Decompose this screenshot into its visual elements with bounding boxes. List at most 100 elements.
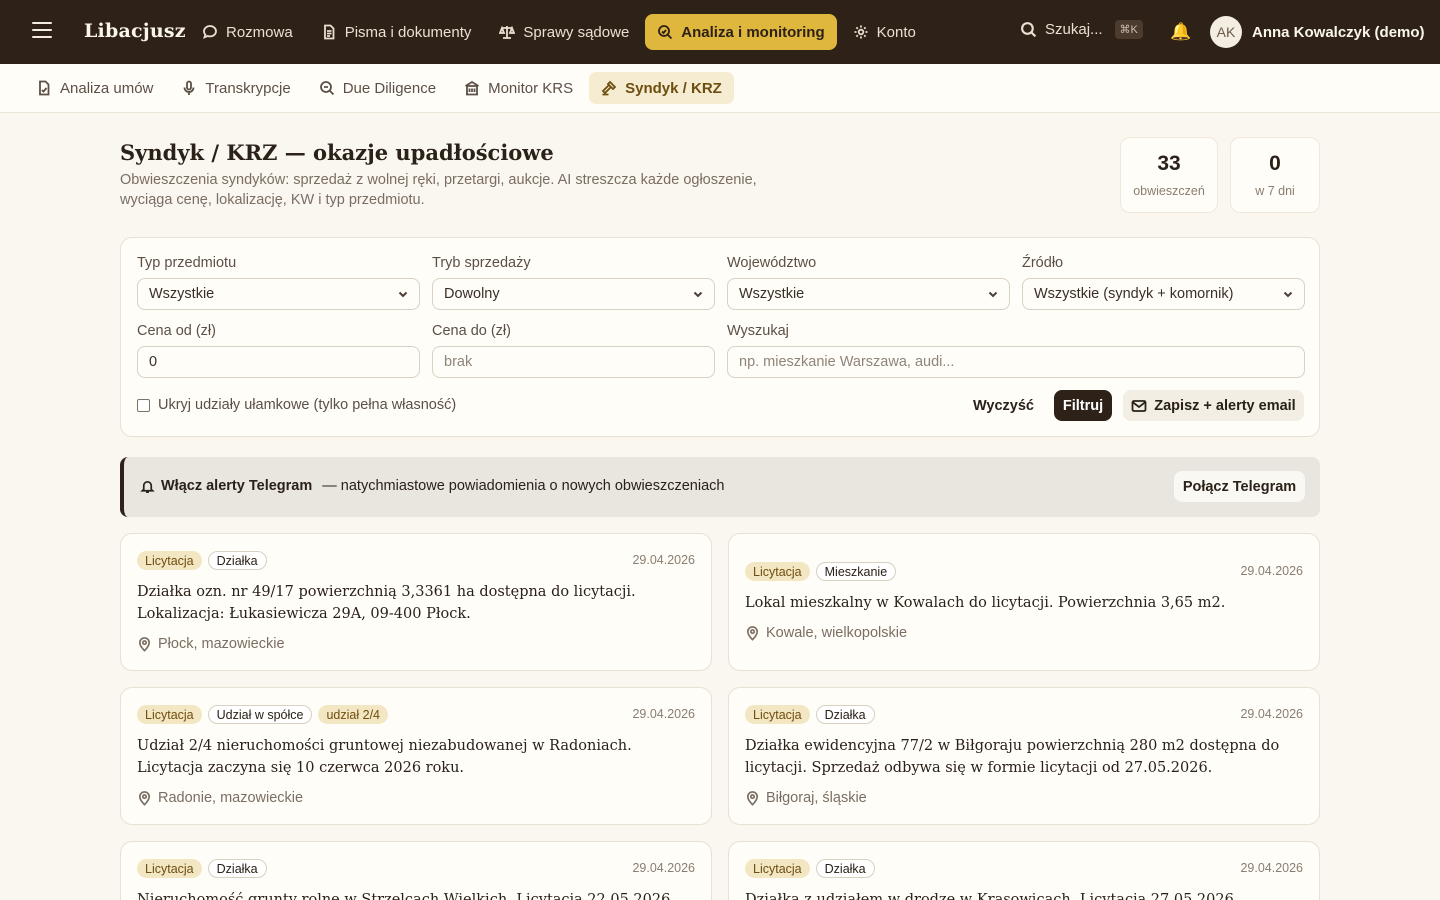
location-label: Biłgoraj, śląskie	[766, 790, 867, 806]
mode-badge: Licytacja	[137, 859, 202, 878]
region-select-value: Wszystkie	[739, 286, 805, 302]
nav-item-label: Konto	[876, 23, 916, 41]
listing-date: 29.04.2026	[1240, 564, 1303, 578]
mode-select[interactable]: Dowolny	[432, 278, 715, 310]
mode-badge: Licytacja	[745, 562, 810, 581]
listing-title: Działka ozn. nr 49/17 powierzchnią 3,336…	[137, 584, 636, 622]
type-label: Typ przedmiotu	[137, 255, 237, 271]
listing-card[interactable]: Licytacja Działka 29.04.2026 Działka ewi…	[728, 687, 1320, 825]
stat-label: w 7 dni	[1255, 184, 1295, 198]
nav-item-sprawy[interactable]: Sprawy sądowe	[487, 14, 641, 50]
tag-list: Licytacja Działka	[137, 551, 267, 570]
stat-total: 33 obwieszczeń	[1120, 137, 1218, 213]
microphone-icon	[183, 80, 195, 95]
stat-week: 0 w 7 dni	[1230, 137, 1320, 213]
type-select[interactable]: Wszystkie	[137, 278, 420, 310]
subnav-item-analiza-umow[interactable]: Analiza umów	[24, 72, 165, 104]
stat-value: 33	[1157, 152, 1181, 175]
analysis-icon	[658, 25, 673, 40]
nav-item-label: Sprawy sądowe	[523, 23, 630, 41]
search-shortcut: ⌘K	[1114, 20, 1143, 39]
user-name: Anna Kowalczyk (demo)	[1252, 23, 1425, 41]
bell-icon[interactable]: 🔔	[1170, 22, 1191, 42]
telegram-banner: Włącz alerty Telegram — natychmiastowe p…	[120, 457, 1320, 517]
mode-label: Tryb sprzedaży	[432, 255, 531, 271]
nav-item-rozmowa[interactable]: Rozmowa	[190, 14, 305, 50]
avatar: AK	[1210, 16, 1242, 48]
price-from-input[interactable]	[137, 346, 420, 378]
source-select[interactable]: Wszystkie (syndyk + komornik)	[1022, 278, 1305, 310]
hide-fractional-label: Ukryj udziały ułamkowe (tylko pełna włas…	[158, 397, 457, 413]
listing-date: 29.04.2026	[1240, 707, 1303, 721]
banner-title: Włącz alerty Telegram	[161, 478, 313, 494]
listing-card[interactable]: Licytacja Mieszkanie 29.04.2026 Lokal mi…	[728, 533, 1320, 671]
share-badge: udział 2/4	[318, 705, 388, 724]
search-input[interactable]	[727, 346, 1305, 378]
mode-badge: Licytacja	[137, 705, 202, 724]
listing-location: Płock, mazowieckie	[137, 636, 285, 652]
tag-list: Licytacja Mieszkanie	[745, 562, 897, 581]
filter-button[interactable]: Filtruj	[1054, 390, 1112, 421]
page-title: Syndyk / KRZ — okazje upadłościowe	[120, 140, 554, 165]
mode-badge: Licytacja	[745, 705, 810, 724]
tag-list: Licytacja Działka	[745, 705, 875, 724]
subnav-item-monitor-krs[interactable]: Monitor KRS	[452, 72, 585, 104]
nav-item-label: Rozmowa	[226, 23, 293, 41]
gear-icon	[854, 25, 868, 39]
subnav-item-label: Syndyk / KRZ	[625, 79, 722, 97]
map-pin-icon	[746, 625, 759, 641]
listing-date: 29.04.2026	[632, 861, 695, 875]
banner-message: — natychmiastowe powiadomienia o nowych …	[318, 478, 725, 494]
connect-telegram-button[interactable]: Połącz Telegram	[1174, 471, 1305, 502]
subnav-item-label: Monitor KRS	[488, 79, 574, 97]
nav-item-konto[interactable]: Konto	[841, 14, 928, 50]
tag-list: Licytacja Działka	[745, 859, 875, 878]
price-from-label: Cena od (zł)	[137, 323, 216, 339]
listing-card[interactable]: Licytacja Działka 29.04.2026 Nieruchomoś…	[120, 841, 712, 900]
price-to-input[interactable]	[432, 346, 715, 378]
user-menu[interactable]: AK Anna Kowalczyk (demo)	[1210, 16, 1425, 48]
nav-item-analiza[interactable]: Analiza i monitoring	[645, 14, 837, 50]
nav-item-pisma[interactable]: Pisma i dokumenty	[309, 14, 484, 50]
mode-select-value: Dowolny	[444, 286, 500, 302]
save-alerts-button[interactable]: Zapisz + alerty email	[1123, 390, 1304, 421]
type-badge: Mieszkanie	[815, 562, 897, 581]
app-logo[interactable]: Libacjusz	[84, 20, 186, 42]
type-badge: Działka	[815, 705, 875, 724]
search-label: Szukaj...	[1045, 21, 1103, 38]
subnav-item-transkrypcje[interactable]: Transkrypcje	[169, 72, 302, 104]
chevron-down-icon	[397, 288, 409, 300]
region-select[interactable]: Wszystkie	[727, 278, 1010, 310]
sub-nav: Analiza umów Transkrypcje Due Diligence …	[0, 64, 1440, 113]
subnav-item-syndyk[interactable]: Syndyk / KRZ	[589, 72, 734, 104]
hide-fractional-checkbox[interactable]	[137, 398, 150, 412]
banner-text: Włącz alerty Telegram — natychmiastowe p…	[140, 478, 724, 494]
menu-icon[interactable]	[32, 22, 52, 40]
listing-card[interactable]: Licytacja Udział w spółce udział 2/4 29.…	[120, 687, 712, 825]
type-badge: Działka	[207, 859, 267, 878]
gavel-icon	[601, 80, 617, 96]
scales-icon	[499, 25, 516, 39]
listing-card[interactable]: Licytacja Działka 29.04.2026 Działka ozn…	[120, 533, 712, 671]
listing-title: Działka ewidencyjna 77/2 w Biłgoraju pow…	[745, 738, 1280, 776]
listing-location: Biłgoraj, śląskie	[745, 790, 867, 806]
hide-fractional-row: Ukryj udziały ułamkowe (tylko pełna włas…	[137, 397, 456, 413]
stat-value: 0	[1269, 152, 1281, 175]
map-pin-icon	[138, 636, 151, 652]
mode-badge: Licytacja	[137, 551, 202, 570]
listing-title: Działka z udziałem w drodze w Krasowicac…	[745, 892, 1239, 900]
listing-card[interactable]: Licytacja Działka 29.04.2026 Działka z u…	[728, 841, 1320, 900]
subnav-item-label: Analiza umów	[60, 79, 154, 97]
listing-title: Lokal mieszkalny w Kowalach do licytacji…	[745, 595, 1226, 611]
subnav-item-due-diligence[interactable]: Due Diligence	[307, 72, 448, 104]
clear-button[interactable]: Wyczyść	[963, 390, 1044, 422]
source-select-value: Wszystkie (syndyk + komornik)	[1034, 286, 1234, 302]
map-pin-icon	[746, 790, 759, 806]
tag-list: Licytacja Udział w spółce udział 2/4	[137, 705, 388, 724]
nav-item-label: Pisma i dokumenty	[344, 23, 472, 41]
top-bar: Libacjusz Rozmowa Pisma i dokumenty Spra…	[0, 0, 1440, 64]
chat-icon	[203, 25, 217, 39]
global-search[interactable]: Szukaj... ⌘K	[1020, 20, 1143, 39]
type-badge: Udział w spółce	[207, 705, 313, 724]
type-badge: Działka	[207, 551, 267, 570]
